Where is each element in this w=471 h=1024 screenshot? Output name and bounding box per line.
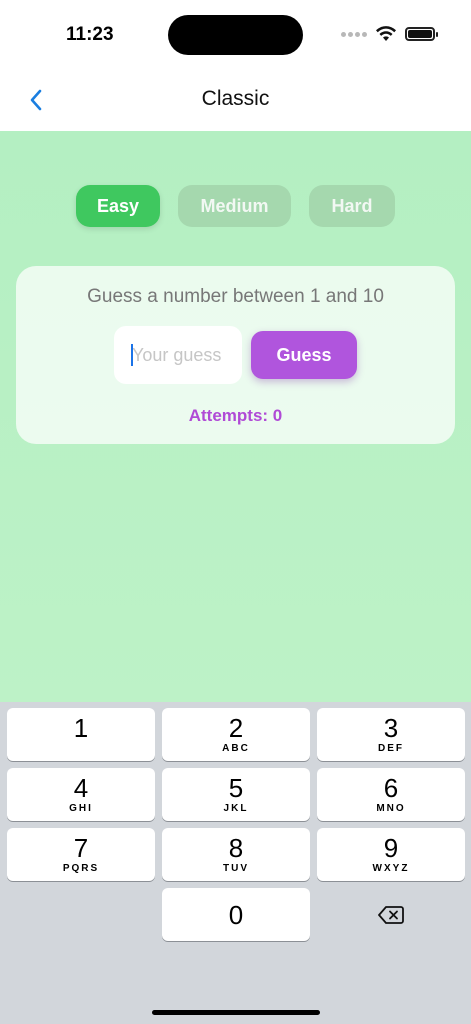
key-digit: 4	[73, 772, 89, 803]
key-letters: MNO	[376, 802, 406, 814]
navigation-bar: Classic	[0, 70, 471, 131]
key-digit: 2	[228, 712, 244, 743]
status-bar: 11:23	[0, 0, 471, 70]
game-content: Easy Medium Hard Guess a number between …	[0, 131, 471, 702]
attempts-count: 0	[272, 406, 283, 425]
key-letters: ABC	[222, 742, 250, 754]
key-8[interactable]: 8 TUV	[162, 828, 310, 881]
difficulty-easy-button[interactable]: Easy	[76, 185, 160, 227]
wifi-icon	[376, 26, 396, 41]
key-3[interactable]: 3 DEF	[317, 708, 465, 761]
key-letters: GHI	[69, 802, 93, 814]
difficulty-hard-button[interactable]: Hard	[309, 185, 395, 227]
key-0[interactable]: 0	[162, 888, 310, 941]
key-letters: WXYZ	[372, 862, 410, 874]
key-letters: PQRS	[62, 862, 100, 874]
key-digit: 6	[383, 772, 399, 803]
key-digit: 7	[73, 832, 89, 863]
difficulty-medium-button[interactable]: Medium	[178, 185, 291, 227]
page-title: Classic	[201, 87, 270, 110]
key-6[interactable]: 6 MNO	[317, 768, 465, 821]
status-icons	[341, 26, 438, 42]
delete-key[interactable]	[317, 888, 465, 941]
key-digit: 0	[228, 899, 244, 930]
key-5[interactable]: 5 JKL	[162, 768, 310, 821]
dynamic-island	[168, 15, 303, 55]
numeric-keypad: 1 2 ABC 3 DEF 4 GHI 5 JKL 6 MNO 7 PQRS 8…	[0, 702, 471, 1024]
key-letters: DEF	[378, 742, 404, 754]
attempts-counter: Attempts: 0	[16, 406, 455, 426]
key-1[interactable]: 1	[7, 708, 155, 761]
key-digit: 8	[228, 832, 244, 863]
key-digit: 1	[73, 712, 89, 743]
key-2[interactable]: 2 ABC	[162, 708, 310, 761]
key-letters: JKL	[223, 802, 249, 814]
guess-button[interactable]: Guess	[251, 331, 357, 379]
key-digit: 5	[228, 772, 244, 803]
key-4[interactable]: 4 GHI	[7, 768, 155, 821]
guess-input[interactable]	[114, 326, 242, 384]
cellular-signal-icon	[341, 31, 367, 37]
guess-prompt: Guess a number between 1 and 10	[87, 286, 384, 307]
key-digit: 9	[383, 832, 399, 863]
difficulty-selector: Easy Medium Hard	[0, 185, 471, 227]
key-letters: TUV	[223, 862, 249, 874]
key-digit: 3	[383, 712, 399, 743]
status-time: 11:23	[66, 24, 114, 45]
text-cursor	[131, 344, 133, 366]
guess-card: Guess a number between 1 and 10 Guess At…	[16, 266, 455, 444]
key-7[interactable]: 7 PQRS	[7, 828, 155, 881]
battery-icon	[405, 27, 438, 41]
attempts-label: Attempts:	[188, 406, 273, 425]
delete-backward-icon	[378, 905, 404, 924]
home-indicator	[152, 1010, 320, 1015]
key-9[interactable]: 9 WXYZ	[317, 828, 465, 881]
